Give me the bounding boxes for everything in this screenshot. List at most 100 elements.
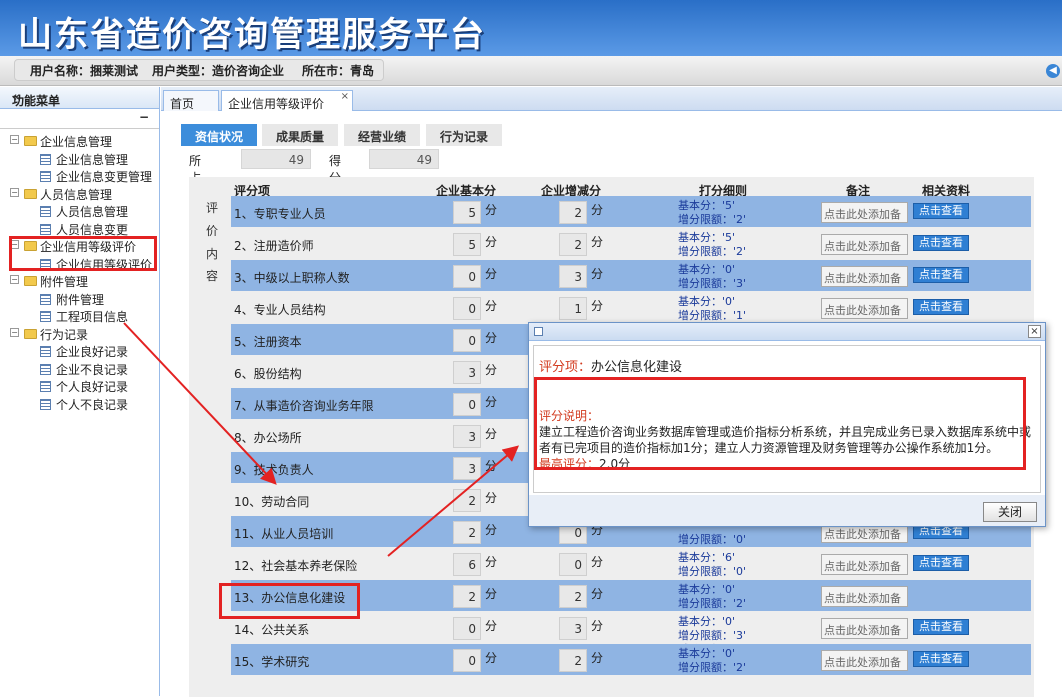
unit-label: 分 <box>485 395 498 409</box>
row-name: 2、注册造价师 <box>234 239 314 253</box>
base-score-input[interactable]: 0 <box>453 329 481 352</box>
subtab-behavior-record[interactable]: 行为记录 <box>426 124 502 146</box>
dialog-body: 评分项：办公信息化建设 评分说明： 建立工程造价咨询业务数据库管理或造价指标分析… <box>533 345 1041 493</box>
view-attachment-button[interactable]: 点击查看 <box>913 619 969 635</box>
table-row: 14、公共关系0分3分基本分：'0'增分限额：'3'减分限额：'5'点击此处添加… <box>231 612 1031 656</box>
subtab-business-performance[interactable]: 经营业绩 <box>344 124 420 146</box>
dialog-close-icon[interactable]: × <box>1028 325 1041 338</box>
adjust-score-input[interactable]: 2 <box>559 201 587 224</box>
expand-toggle-icon[interactable]: − <box>10 327 19 337</box>
tab-home[interactable]: 首页 <box>163 90 219 111</box>
adjust-score-input[interactable]: 0 <box>559 553 587 576</box>
base-score-input[interactable]: 0 <box>453 297 481 320</box>
collapse-sidebar-icon[interactable]: « <box>12 90 151 105</box>
add-note-button[interactable]: 点击此处添加备 <box>821 234 908 255</box>
unit-label: 分 <box>485 203 498 217</box>
expand-toggle-icon[interactable]: − <box>10 275 19 284</box>
view-attachment-button[interactable]: 点击查看 <box>913 235 969 251</box>
add-note-button[interactable]: 点击此处添加备 <box>821 202 908 223</box>
base-score-input[interactable]: 0 <box>453 265 481 288</box>
close-tab-icon[interactable]: × <box>341 91 349 102</box>
unit-label: 分 <box>485 587 498 601</box>
user-type: 用户类型：造价咨询企业 <box>152 64 285 78</box>
dialog-titlebar: × <box>529 323 1045 341</box>
table-row: 1、专职专业人员 5 分 2 分基本分：'5' 增分限额：'2' 点击此处添加备 点击查看 <box>231 196 1031 227</box>
item-label: 企业不良记录 <box>56 362 129 377</box>
add-note-button[interactable]: 点击此处添加备 <box>821 586 908 607</box>
window-icon <box>534 327 543 336</box>
row-name: 4、专业人员结构 <box>234 303 326 317</box>
unit-label: 分 <box>485 523 498 537</box>
document-icon <box>40 363 51 375</box>
add-note-button[interactable]: 点击此处添加备 <box>821 618 908 639</box>
view-attachment-button[interactable]: 点击查看 <box>913 267 969 283</box>
base-score-input[interactable]: 5 <box>453 233 481 256</box>
document-icon <box>40 223 51 235</box>
side-char: 评 <box>205 201 218 215</box>
document-icon <box>40 311 51 322</box>
base-score-input[interactable]: 0 <box>453 617 481 640</box>
base-score-input[interactable]: 2 <box>453 489 481 512</box>
unit-label: 分 <box>485 299 498 313</box>
score-value: 49 <box>369 149 439 169</box>
base-score-input[interactable]: 0 <box>453 393 481 416</box>
base-score-input[interactable]: 3 <box>453 361 481 384</box>
sidebar-header: 功能菜单 « <box>0 87 159 109</box>
unit-label: 分 <box>591 619 604 633</box>
add-note-button[interactable]: 点击此处添加备 <box>821 554 908 575</box>
subtab-credit-status[interactable]: 资信状况 <box>181 124 257 146</box>
detail-limit: 增分限额：'0' <box>678 533 747 546</box>
document-icon <box>40 346 51 357</box>
row-name: 13、办公信息化建设 <box>234 591 346 605</box>
desc-text: 建立工程造价咨询业务数据库管理或造价指标分析系统，并且完成业务已录入数据库系统中… <box>539 425 1032 455</box>
unit-label: 分 <box>485 235 498 249</box>
base-score-input[interactable]: 3 <box>453 457 481 480</box>
unit-label: 分 <box>591 587 604 601</box>
unit-label: 分 <box>485 459 498 473</box>
add-note-button[interactable]: 点击此处添加备 <box>821 298 908 319</box>
adjust-score-input[interactable]: 2 <box>559 233 587 256</box>
unit-label: 分 <box>591 651 604 665</box>
base-score-input[interactable]: 2 <box>453 521 481 544</box>
item-label: 人员信息管理 <box>56 205 129 219</box>
item-label: 企业信息变更管理 <box>56 170 153 184</box>
sub-tabs: 资信状况 成果质量 经营业绩 行为记录 <box>181 124 1041 146</box>
item-label: 企业良好记录 <box>56 345 129 359</box>
base-score-input[interactable]: 3 <box>453 425 481 448</box>
subtab-result-quality[interactable]: 成果质量 <box>262 124 338 146</box>
adjust-score-input[interactable]: 2 <box>559 649 587 672</box>
table-row: 12、社会基本养老保险 6 分 0 分基本分：'6' 增分限额：'0' 点击此处添加备 点击查… <box>231 548 1031 579</box>
side-char: 内 <box>205 246 218 261</box>
unit-label: 分 <box>485 427 498 441</box>
add-note-button[interactable]: 点击此处添加备 <box>821 266 908 287</box>
adjust-score-input[interactable]: 3 <box>559 617 587 640</box>
adjust-score-input[interactable]: 2 <box>559 585 587 608</box>
expand-toggle-icon[interactable]: − <box>10 187 19 197</box>
base-score-input[interactable]: 0 <box>453 649 481 672</box>
base-score-input[interactable]: 2 <box>453 585 481 608</box>
folder-icon <box>24 136 37 146</box>
desc-label: 评分说明： <box>539 409 600 423</box>
table-row: 2、注册造价师 5 分 2 分基本分：'5' 增分限额：'2' 点击此处添加备 点击查看 <box>231 228 1031 259</box>
add-note-button[interactable]: 点击此处添加备 <box>821 650 908 671</box>
view-attachment-button[interactable]: 点击查看 <box>913 651 969 667</box>
close-button[interactable]: 关闭 <box>983 502 1037 522</box>
view-attachment-button[interactable]: 点击查看 <box>913 203 969 219</box>
base-score-input[interactable]: 6 <box>453 553 481 576</box>
adjust-score-input[interactable]: 1 <box>559 297 587 320</box>
adjust-score-input[interactable]: 3 <box>559 265 587 288</box>
item-label: 人员信息变更 <box>56 222 129 237</box>
collapse-all-icon[interactable]: − <box>139 110 149 124</box>
dialog-item: 评分项：办公信息化建设 <box>539 356 682 375</box>
side-char: 价 <box>205 223 218 238</box>
tab-credit-evaluation[interactable]: 企业信用等级评价 × <box>221 90 353 111</box>
view-attachment-button[interactable]: 点击查看 <box>913 555 969 571</box>
side-char: 容 <box>205 269 218 284</box>
unit-label: 分 <box>485 651 498 665</box>
view-attachment-button[interactable]: 点击查看 <box>913 299 969 315</box>
expand-toggle-icon[interactable]: − <box>10 135 19 144</box>
folder-icon <box>24 276 37 286</box>
collapse-header-icon[interactable]: ◀ <box>1046 64 1060 78</box>
expand-toggle-icon[interactable]: − <box>10 240 19 249</box>
base-score-input[interactable]: 5 <box>453 201 481 224</box>
